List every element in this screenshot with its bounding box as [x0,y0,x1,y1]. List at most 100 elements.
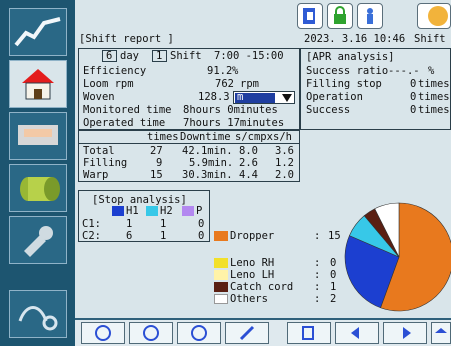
loom-rpm-value: 762 [215,78,234,90]
tool-icon [24,226,53,257]
left-sidebar [0,0,75,346]
report-shift-label: Shift [414,33,446,45]
stop-analysis-pie-chart [344,202,451,312]
table-row-total-label: Total [83,145,115,157]
operator-icon [367,8,373,24]
sidebar-button-loom[interactable] [9,112,67,160]
bottom-button-prev[interactable] [335,322,379,344]
stop-row-c2-label: C2: [82,230,101,242]
sidebar-button-tools[interactable] [9,216,67,264]
table-row-warp-label: Warp [83,169,109,181]
cause-label-catch-cord: Catch cord [230,281,294,293]
cause-label-others: Others [230,293,268,305]
prev-icon [351,327,359,339]
next-icon [403,327,411,339]
table-row-total-downtime: 42.1min. [182,145,233,157]
top-bar [75,0,451,32]
table-divider [78,143,300,144]
sidebar-button-yarn[interactable] [9,290,67,338]
woven-label: Woven [83,91,115,103]
door-exit-icon [303,8,315,24]
cause-value-catch-cord: 1 [330,281,337,293]
bottom-button-rotate[interactable] [81,322,125,344]
table-header-downtime: Downtime [180,131,231,143]
lock-button[interactable] [327,3,353,29]
table-row-warp-scmpx: 4.4 [239,169,258,181]
cause-value-dropper: 15 [328,230,341,242]
bottom-button-24[interactable] [177,322,221,344]
exit-button[interactable] [297,3,323,29]
cause-sep-leno-rh: : [314,257,321,269]
stop-row-c1-h1: 1 [126,218,133,230]
cause-swatch-dropper [214,231,228,241]
cause-swatch-leno-rh [214,258,228,268]
apr-success-ratio-value: ---.- [388,65,420,77]
operated-time-value: 7hours 17minutes [183,117,285,129]
bottom-button-copy[interactable] [287,322,331,344]
cause-value-others: 2 [330,293,337,305]
report-title: [Shift report ] [79,33,174,45]
bottom-button-next[interactable] [383,322,427,344]
table-row-filling-sh: 1.2 [275,157,294,169]
table-row-filling-scmpx: 2.6 [239,157,258,169]
apr-success-label: Success [306,104,351,116]
stop-row-c1-p: 0 [198,218,205,230]
sidebar-button-graph[interactable] [9,8,67,56]
shift-checkbox[interactable]: 1 [152,50,167,62]
copy-icon [302,326,314,340]
fabric-roll-icon [20,177,60,201]
legend-swatch-p [182,206,194,216]
table-row-warp-sh: 2.0 [275,169,294,181]
cause-swatch-leno-lh [214,270,228,280]
table-row-filling-times: 9 [156,157,163,169]
bottom-button-home[interactable] [431,322,451,344]
table-row-filling-downtime: 5.9min. [189,157,234,169]
start-icon [428,6,448,26]
table-row-warp-downtime: 30.3min. [182,169,233,181]
day-checkbox-value: 6 [106,50,113,62]
table-header-sh: s/h [273,131,292,143]
cause-sep-leno-lh: : [314,269,321,281]
apr-success-unit: times [418,104,450,116]
legend-label-p: P [196,205,203,217]
table-row-total-scmpx: 8.0 [239,145,258,157]
stop-row-c1-h2: 1 [160,218,167,230]
woven-unit-select[interactable]: m [233,91,295,104]
shift-checkbox-value: 1 [156,50,163,62]
bottom-button-pen[interactable] [225,322,269,344]
bottom-button-speed[interactable] [129,322,173,344]
apr-success-value: 0 [410,104,417,116]
shift-label: Shift [170,50,202,62]
legend-label-h2: H2 [160,205,173,217]
operated-time-label: Operated time [83,117,166,129]
shift-report-screen: [Shift report ] 2023. 3.16 10:46 Shift 6… [0,0,451,346]
table-header-times: times [147,131,179,143]
cause-label-dropper: Dropper [230,230,275,242]
stop-row-c2-p: 0 [198,230,205,242]
cause-value-leno-rh: 0 [330,257,337,269]
woven-unit-value: m [237,91,244,103]
operator-button[interactable] [357,3,383,29]
monitored-time-label: Monitored time [83,104,172,116]
sidebar-button-fabric[interactable] [9,164,67,212]
cause-label-leno-rh: Leno RH [230,257,275,269]
apr-operation-label: Operation [306,91,363,103]
cause-value-leno-lh: 0 [330,269,337,281]
day-checkbox[interactable]: 6 [102,50,117,62]
woven-value: 128.3 [198,91,230,103]
time-range: 7:00 -15:00 [214,50,284,62]
pen-icon [239,325,255,341]
cause-swatch-catch-cord [214,282,228,292]
apr-success-ratio-label: Success ratio [306,65,389,77]
monitored-time-value: 8hours 0minutes [183,104,278,116]
stop-row-c2-h1: 6 [126,230,133,242]
table-row-warp-times: 15 [150,169,163,181]
sidebar-button-home[interactable] [9,60,67,108]
woven-unit-selection: m [235,91,275,103]
legend-label-h1: H1 [126,205,139,217]
cause-sep-catch-cord: : [314,281,321,293]
lock-icon [334,6,346,24]
apr-filling-stop-value: 0 [410,78,417,90]
loom-icon [18,125,58,145]
start-button[interactable] [417,3,451,29]
